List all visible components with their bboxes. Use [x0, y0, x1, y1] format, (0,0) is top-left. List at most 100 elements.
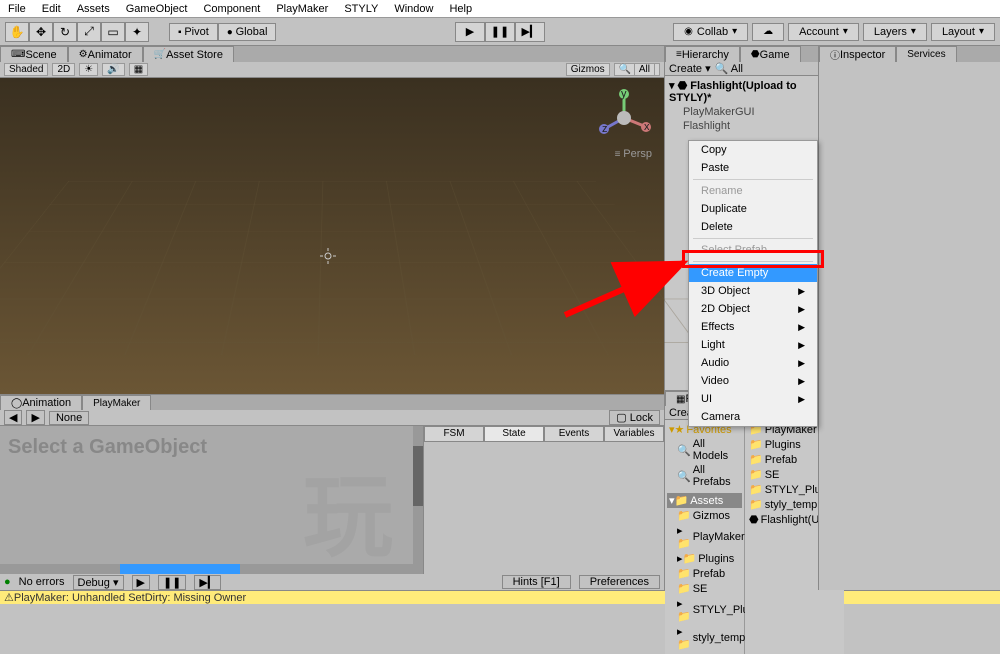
cloud-button[interactable]: ☁: [752, 23, 784, 41]
scene-viewport[interactable]: y x z ≡ Persp: [0, 78, 664, 394]
tab-assetstore[interactable]: 🛒 Asset Store: [143, 46, 234, 62]
tab-animation[interactable]: ◯ Animation: [0, 395, 82, 410]
pm-hints-button[interactable]: Hints [F1]: [502, 575, 571, 589]
hand-tool-button[interactable]: ✋: [5, 22, 29, 42]
2d-toggle[interactable]: 2D: [52, 63, 75, 76]
context-3d-object[interactable]: 3D Object▶: [689, 282, 817, 300]
pm-preferences-button[interactable]: Preferences: [579, 575, 660, 589]
tab-services[interactable]: Services: [896, 46, 956, 62]
global-button[interactable]: ● Global: [218, 23, 277, 41]
pm-debug-dropdown[interactable]: Debug ▾: [73, 575, 124, 590]
context-delete[interactable]: Delete: [689, 218, 817, 236]
play-button[interactable]: ▶: [455, 22, 485, 42]
context-audio[interactable]: Audio▶: [689, 354, 817, 372]
layout-dropdown[interactable]: Layout ▾: [931, 23, 995, 41]
pm-state-tab[interactable]: State: [484, 426, 544, 442]
tab-animator[interactable]: ⚙ Animator: [68, 46, 143, 62]
folder-se[interactable]: 📁 SE: [667, 581, 742, 596]
context-copy[interactable]: Copy: [689, 141, 817, 159]
search-scene-input[interactable]: 🔍 All: [614, 63, 660, 76]
pause-button[interactable]: ❚❚: [485, 22, 515, 42]
pm-fsm-tab[interactable]: FSM: [424, 426, 484, 442]
menu-assets[interactable]: Assets: [73, 3, 114, 15]
assets-root[interactable]: ▾📁 Assets: [667, 493, 742, 508]
context-select-prefab: Select Prefab: [689, 241, 817, 259]
pm-variables-tab[interactable]: Variables: [604, 426, 664, 442]
move-tool-button[interactable]: ✥: [29, 22, 53, 42]
tab-playmaker[interactable]: PlayMaker: [82, 395, 151, 410]
playmaker-watermark-icon: 玩: [303, 444, 393, 574]
rect-tool-button[interactable]: ▭: [101, 22, 125, 42]
menu-edit[interactable]: Edit: [38, 3, 65, 15]
menu-component[interactable]: Component: [199, 3, 264, 15]
main-toolbar: ✋ ✥ ↻ ⤢ ▭ ✦ ▪ Pivot ● Global ▶ ❚❚ ▶▎ ◉ C…: [0, 18, 1000, 46]
pm-fsm-select[interactable]: None: [49, 411, 89, 425]
collab-dropdown[interactable]: ◉ Collab ▾: [673, 23, 748, 41]
all-models-filter[interactable]: 🔍 All Models: [667, 437, 742, 463]
chevron-right-icon: ▶: [798, 286, 805, 297]
audio-toggle[interactable]: 🔊: [102, 63, 124, 76]
folder-playmaker[interactable]: ▸📁 PlayMaker: [667, 523, 742, 551]
hierarchy-item-playmakergui[interactable]: PlayMakerGUI: [667, 105, 816, 119]
menu-window[interactable]: Window: [390, 3, 437, 15]
layers-dropdown[interactable]: Layers ▾: [863, 23, 927, 41]
pm-pause-button[interactable]: ❚❚: [158, 575, 186, 590]
folder-plugins[interactable]: ▸📁 Plugins: [667, 551, 742, 566]
pm-scrollbar-v[interactable]: [413, 426, 423, 564]
folder-prefab[interactable]: 📁 Prefab: [667, 566, 742, 581]
all-prefabs-filter[interactable]: 🔍 All Prefabs: [667, 463, 742, 489]
rotate-tool-button[interactable]: ↻: [53, 22, 77, 42]
project-folder-tree[interactable]: ▾★ Favorites 🔍 All Models 🔍 All Prefabs …: [665, 420, 745, 654]
shading-mode-dropdown[interactable]: Shaded: [4, 63, 48, 76]
context-effects[interactable]: Effects▶: [689, 318, 817, 336]
hierarchy-search-input[interactable]: 🔍 All: [715, 62, 743, 75]
folder-styly-temp[interactable]: ▸📁 styly_temp: [667, 624, 742, 652]
scale-tool-button[interactable]: ⤢: [77, 22, 101, 42]
pm-step-button[interactable]: ▶▎: [194, 575, 221, 590]
folder-gizmos[interactable]: 📁 Gizmos: [667, 508, 742, 523]
hierarchy-scene-root[interactable]: ▾ ⬣ Flashlight(Upload to STYLY)*: [667, 78, 816, 105]
pm-lock-toggle[interactable]: ▢ Lock: [609, 410, 660, 425]
folder-styly-plugin[interactable]: ▸📁 STYLY_Plugin: [667, 596, 742, 624]
pm-play-button[interactable]: ▶: [132, 575, 150, 590]
menu-file[interactable]: File: [4, 3, 30, 15]
scene-tab-bar: ⌨ Scene ⚙ Animator 🛒 Asset Store: [0, 46, 664, 62]
menu-styly[interactable]: STYLY: [340, 3, 382, 15]
chevron-right-icon: ▶: [798, 376, 805, 387]
account-dropdown[interactable]: Account ▾: [788, 23, 859, 41]
context-duplicate[interactable]: Duplicate: [689, 200, 817, 218]
pm-forward-button[interactable]: ▶: [26, 410, 44, 425]
menu-playmaker[interactable]: PlayMaker: [272, 3, 332, 15]
menu-help[interactable]: Help: [445, 3, 476, 15]
fx-toggle[interactable]: ▦: [129, 63, 148, 76]
pm-events-tab[interactable]: Events: [544, 426, 604, 442]
context-video[interactable]: Video▶: [689, 372, 817, 390]
transform-tool-button[interactable]: ✦: [125, 22, 149, 42]
gizmos-dropdown[interactable]: Gizmos: [566, 63, 610, 76]
warning-icon: ⚠: [4, 591, 14, 604]
playmaker-canvas[interactable]: Select a GameObject 玩: [0, 426, 424, 574]
context-ui[interactable]: UI▶: [689, 390, 817, 408]
context-2d-object[interactable]: 2D Object▶: [689, 300, 817, 318]
hierarchy-create-dropdown[interactable]: Create ▾: [669, 62, 711, 75]
tab-hierarchy[interactable]: ≡ Hierarchy: [665, 46, 740, 62]
context-light[interactable]: Light▶: [689, 336, 817, 354]
tab-inspector[interactable]: ⓘ Inspector: [819, 46, 896, 62]
pm-scrollbar-h[interactable]: [0, 564, 423, 574]
context-paste[interactable]: Paste: [689, 159, 817, 177]
chevron-right-icon: ▶: [798, 394, 805, 405]
menu-gameobject[interactable]: GameObject: [122, 3, 192, 15]
chevron-right-icon: ▶: [798, 358, 805, 369]
hierarchy-item-flashlight[interactable]: Flashlight: [667, 119, 816, 133]
pm-back-button[interactable]: ◀: [4, 410, 22, 425]
context-camera[interactable]: Camera: [689, 408, 817, 426]
scene-toolbar: Shaded 2D ☀ 🔊 ▦ Gizmos 🔍 All: [0, 62, 664, 78]
context-create-empty[interactable]: Create Empty: [689, 264, 817, 282]
lighting-toggle[interactable]: ☀: [79, 63, 98, 76]
pivot-button[interactable]: ▪ Pivot: [169, 23, 218, 41]
tab-game[interactable]: ⬣ Game: [740, 46, 801, 62]
persp-label: ≡ Persp: [615, 148, 652, 160]
left-panel: ⌨ Scene ⚙ Animator 🛒 Asset Store Shaded …: [0, 46, 664, 590]
step-button[interactable]: ▶▎: [515, 22, 545, 42]
tab-scene[interactable]: ⌨ Scene: [0, 46, 68, 62]
